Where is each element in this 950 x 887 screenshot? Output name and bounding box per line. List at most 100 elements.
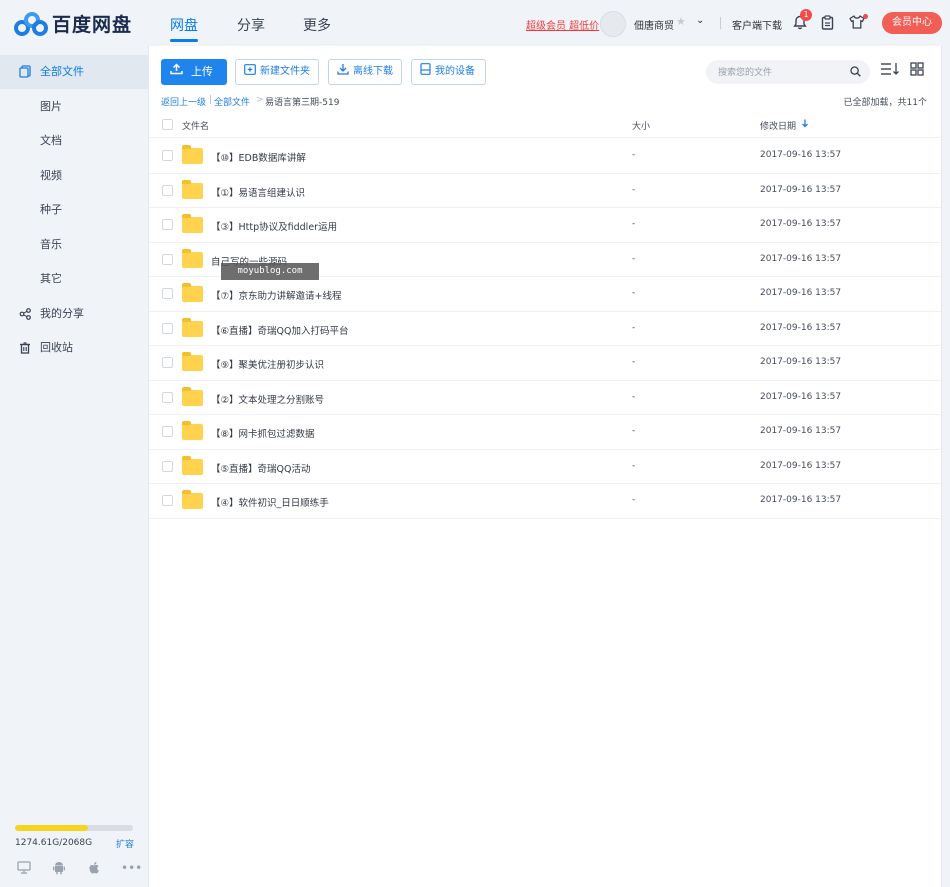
table-row[interactable]: 【③】Http协议及fiddler运用 - 2017-09-16 13:57 (149, 208, 941, 243)
file-name[interactable]: 【⑩】EDB数据库讲解 (211, 150, 306, 164)
table-row[interactable]: 【⑥直播】奇瑞QQ加入打码平台 - 2017-09-16 13:57 (149, 312, 941, 346)
file-date: 2017-09-16 13:57 (760, 495, 842, 505)
folder-icon (182, 490, 203, 509)
offline-download-label: 离线下载 (353, 66, 393, 77)
file-name[interactable]: 【①】易语言组建认识 (211, 185, 305, 199)
row-checkbox[interactable] (162, 495, 173, 506)
column-date[interactable]: 修改日期 (760, 119, 796, 132)
row-checkbox[interactable] (162, 288, 173, 299)
column-size[interactable]: 大小 (632, 119, 650, 132)
grid-view-icon[interactable] (907, 62, 927, 78)
apple-icon[interactable] (86, 861, 102, 875)
row-checkbox[interactable] (162, 460, 173, 472)
table-row[interactable]: 【⑨】聚美优注册初步认识 - 2017-09-16 13:57 (149, 346, 941, 381)
file-name[interactable]: 【④】软件初识_日日顺练手 (211, 495, 329, 509)
table-row[interactable]: 【⑦】京东助力讲解邀请+线程 - 2017-09-16 13:57 (149, 277, 941, 312)
sort-list-icon[interactable] (880, 62, 900, 78)
notification-badge: 1 (800, 9, 812, 21)
sidebar-item-label: 全部文件 (40, 65, 84, 78)
sidebar-item-label: 音乐 (40, 238, 62, 251)
offline-download-button[interactable]: 离线下载 (328, 59, 402, 85)
logo[interactable]: 百度网盘 (14, 10, 132, 37)
file-name[interactable]: 【②】文本处理之分割账号 (211, 392, 324, 406)
sidebar-item-other[interactable]: 其它 (0, 262, 148, 296)
row-checkbox[interactable] (162, 184, 173, 196)
file-date: 2017-09-16 13:57 (760, 253, 842, 264)
tab-share[interactable]: 分享 (237, 15, 265, 35)
my-devices-button[interactable]: 我的设备 (411, 59, 486, 85)
sidebar-item-label: 我的分享 (40, 307, 84, 320)
table-row[interactable]: 【②】文本处理之分割账号 - 2017-09-16 13:57 (149, 381, 941, 415)
sidebar-item-label: 视频 (40, 169, 62, 182)
client-download-link[interactable]: 客户端下载 (732, 17, 782, 32)
folder-icon (182, 145, 203, 164)
select-all-checkbox[interactable] (162, 119, 173, 130)
search-input[interactable]: 搜索您的文件 (706, 60, 870, 84)
file-name[interactable]: 【⑦】京东助力讲解邀请+线程 (211, 288, 341, 302)
breadcrumb-root[interactable]: 全部文件 (214, 95, 250, 108)
more-icon[interactable]: ••• (121, 861, 142, 875)
table-row[interactable]: 【⑧】网卡抓包过滤数据 - 2017-09-16 13:57 (149, 415, 941, 450)
expand-storage-link[interactable]: 扩容 (116, 837, 134, 850)
search-icon[interactable] (850, 64, 861, 80)
file-date: 2017-09-16 13:57 (760, 426, 842, 436)
sidebar-item-all-files[interactable]: 全部文件 (0, 55, 148, 89)
file-name[interactable]: 【③】Http协议及fiddler运用 (211, 219, 337, 233)
tab-netdisk[interactable]: 网盘 (170, 15, 198, 42)
sidebar-item-videos[interactable]: 视频 (0, 159, 148, 193)
desktop-icon[interactable] (16, 861, 32, 875)
sidebar-item-recycle-bin[interactable]: 回收站 (0, 331, 148, 365)
row-checkbox[interactable] (162, 150, 173, 161)
search-placeholder: 搜索您的文件 (718, 68, 773, 78)
divider (720, 17, 721, 29)
file-date: 2017-09-16 13:57 (760, 184, 842, 195)
file-date: 2017-09-16 13:57 (760, 460, 842, 471)
vip-center-button[interactable]: 会员中心 (882, 12, 942, 34)
file-size: - (632, 357, 636, 367)
tab-more[interactable]: 更多 (303, 15, 331, 35)
new-folder-button[interactable]: 新建文件夹 (235, 59, 319, 85)
breadcrumb-back[interactable]: 返回上一级 (161, 95, 206, 108)
folder-icon (182, 214, 203, 233)
sidebar-item-torrents[interactable]: 种子 (0, 193, 148, 227)
android-icon[interactable] (51, 861, 67, 875)
username[interactable]: 佃唐商贸 (634, 17, 674, 32)
row-checkbox[interactable] (162, 391, 173, 403)
row-checkbox[interactable] (162, 253, 173, 265)
file-name[interactable]: 【⑧】网卡抓包过滤数据 (211, 426, 315, 440)
sidebar-item-documents[interactable]: 文档 (0, 124, 148, 158)
row-checkbox[interactable] (162, 219, 173, 230)
folder-icon (182, 386, 203, 406)
table-row[interactable]: 【④】软件初识_日日顺练手 - 2017-09-16 13:57 (149, 484, 941, 519)
sidebar-item-my-share[interactable]: 我的分享 (0, 297, 148, 331)
column-name[interactable]: 文件名 (182, 119, 209, 132)
upload-button[interactable]: 上传 (161, 59, 227, 85)
file-size: - (632, 460, 636, 471)
sidebar-item-music[interactable]: 音乐 (0, 228, 148, 262)
file-name[interactable]: 【⑨】聚美优注册初步认识 (211, 357, 324, 371)
file-date: 2017-09-16 13:57 (760, 357, 842, 367)
folder-icon (182, 455, 203, 475)
file-size: - (632, 184, 636, 195)
row-checkbox[interactable] (162, 357, 173, 368)
file-size: - (632, 391, 636, 402)
file-date: 2017-09-16 13:57 (760, 322, 842, 333)
sidebar-item-label: 其它 (40, 272, 62, 285)
storage-quota-bar (15, 825, 133, 831)
sidebar-item-label: 图片 (40, 100, 62, 113)
folder-icon (182, 179, 203, 199)
table-row[interactable]: 【⑤直播】奇瑞QQ活动 - 2017-09-16 13:57 (149, 450, 941, 484)
table-row[interactable]: 【⑩】EDB数据库讲解 - 2017-09-16 13:57 (149, 139, 941, 174)
file-date: 2017-09-16 13:57 (760, 288, 842, 298)
file-name[interactable]: 【⑥直播】奇瑞QQ加入打码平台 (211, 323, 348, 337)
row-checkbox[interactable] (162, 322, 173, 334)
clipboard-icon[interactable] (818, 13, 836, 31)
avatar[interactable] (600, 11, 626, 37)
table-row[interactable]: 【①】易语言组建认识 - 2017-09-16 13:57 (149, 174, 941, 208)
sort-arrow-icon[interactable] (801, 119, 809, 131)
row-checkbox[interactable] (162, 426, 173, 437)
chevron-down-icon[interactable]: ⌄ (696, 15, 704, 26)
sidebar-item-images[interactable]: 图片 (0, 90, 148, 124)
file-name[interactable]: 【⑤直播】奇瑞QQ活动 (211, 461, 310, 475)
promo-link[interactable]: 超级会员 超低价 (526, 17, 599, 32)
